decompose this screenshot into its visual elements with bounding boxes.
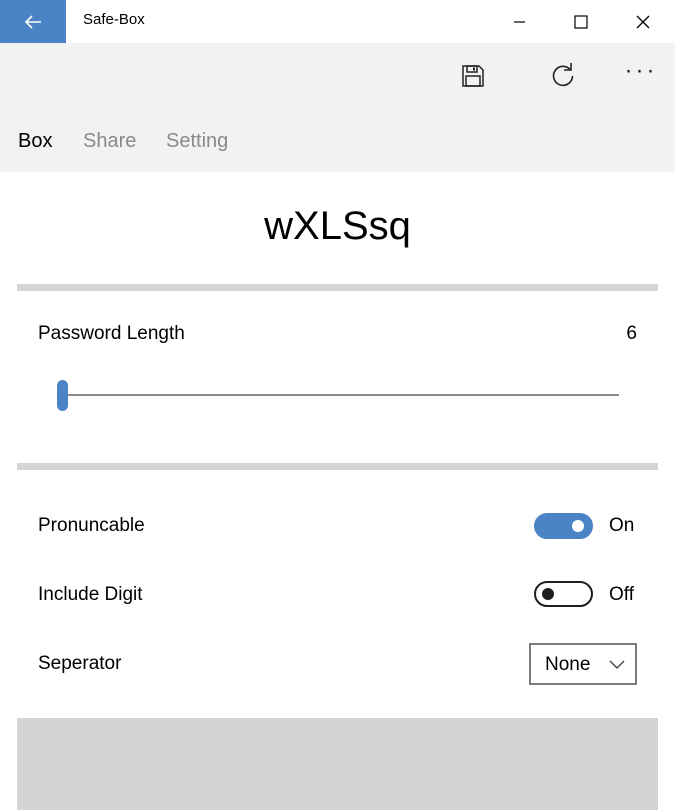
toggle-knob	[542, 588, 554, 600]
include-digit-state: Off	[609, 584, 634, 605]
minimize-icon	[514, 20, 525, 23]
separator-value: None	[545, 654, 591, 675]
app-title: Safe-Box	[83, 11, 145, 28]
minimize-button[interactable]	[489, 0, 551, 43]
pronouncable-toggle[interactable]	[534, 513, 593, 539]
separator-dropdown[interactable]: None	[529, 643, 637, 685]
include-digit-label: Include Digit	[38, 584, 143, 605]
pronouncable-label: Pronuncable	[38, 515, 145, 536]
close-icon	[636, 15, 650, 28]
command-bar: ···	[0, 43, 675, 108]
refresh-button[interactable]	[533, 43, 593, 108]
bottom-panel	[17, 718, 658, 810]
pronouncable-state: On	[609, 515, 635, 536]
maximize-icon	[574, 14, 588, 29]
chevron-down-icon	[609, 660, 625, 669]
title-bar: Safe-Box	[0, 0, 675, 43]
divider	[17, 463, 658, 470]
slider-track	[63, 394, 619, 396]
password-length-slider[interactable]	[57, 378, 619, 412]
arrow-left-icon	[24, 14, 41, 29]
save-button[interactable]	[443, 43, 503, 108]
refresh-icon	[552, 62, 574, 86]
slider-thumb[interactable]	[57, 380, 68, 411]
include-digit-toggle[interactable]	[534, 581, 593, 607]
back-button[interactable]	[0, 0, 66, 43]
generated-password: wXLSsq	[264, 204, 411, 248]
pivot-tabs: Box Share Setting	[0, 108, 675, 172]
more-icon: ···	[624, 56, 658, 84]
toggle-knob	[572, 520, 584, 532]
maximize-button[interactable]	[550, 0, 612, 43]
more-button[interactable]: ···	[611, 43, 671, 108]
tab-share[interactable]: Share	[83, 130, 136, 153]
tab-setting[interactable]: Setting	[166, 130, 228, 153]
save-icon	[462, 64, 484, 87]
divider	[17, 284, 658, 291]
password-length-label: Password Length	[38, 323, 185, 344]
separator-label: Seperator	[38, 653, 122, 674]
close-button[interactable]	[612, 0, 674, 43]
tab-box[interactable]: Box	[18, 130, 52, 153]
password-length-value: 6	[626, 323, 637, 344]
